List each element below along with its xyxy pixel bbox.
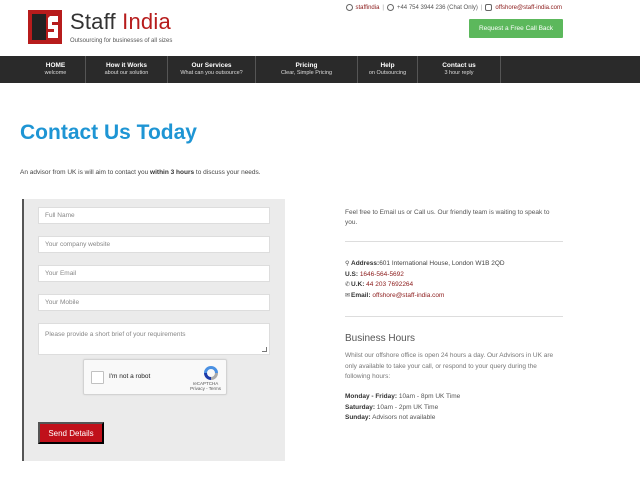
nav-item-home[interactable]: HOME welcome xyxy=(26,56,86,83)
contact-form: Full Name Your company website Your Emai… xyxy=(22,199,285,461)
recaptcha-widget: I'm not a robot reCAPTCHA Privacy - Term… xyxy=(83,359,227,395)
logo-mark-icon xyxy=(28,10,62,44)
recaptcha-brand: reCAPTCHA Privacy - Terms xyxy=(190,381,221,391)
nav-item-help[interactable]: Help on Outsourcing xyxy=(358,56,418,83)
recaptcha-checkbox[interactable] xyxy=(91,371,104,384)
phone-text: +44 754 3944 236 (Chat Only) xyxy=(396,4,478,11)
hours-row: Monday - Friday: 10am - 8pm UK Time xyxy=(345,393,461,400)
website-field[interactable]: Your company website xyxy=(38,236,270,253)
logo-name: Staff India xyxy=(70,9,171,34)
full-name-field[interactable]: Full Name xyxy=(38,207,270,224)
address-line: ⚲ Address:601 International House, London… xyxy=(345,259,505,270)
recaptcha-label: I'm not a robot xyxy=(109,373,151,380)
us-phone-line: U.S: 1646-564-5692 xyxy=(345,270,404,278)
divider xyxy=(345,316,563,317)
logo[interactable]: Staff India Outsourcing for businesses o… xyxy=(28,10,172,44)
contact-info-intro: Feel free to Email us or Call us. Our fr… xyxy=(345,208,563,242)
nav-item-how-it-works[interactable]: How it Works about our solution xyxy=(86,56,168,83)
skype-icon xyxy=(345,4,353,11)
nav-item-pricing[interactable]: Pricing Clear, Simple Pricing xyxy=(256,56,358,83)
contact-email-link[interactable]: offshore@staff-india.com xyxy=(372,292,444,299)
email-field[interactable]: Your Email xyxy=(38,265,270,282)
logo-tagline: Outsourcing for businesses of all sizes xyxy=(70,38,173,44)
send-details-button[interactable]: Send Details xyxy=(38,422,104,444)
nav-item-contact[interactable]: Contact us 3 hour reply xyxy=(418,56,501,83)
top-contact-bar: staffindia | +44 754 3944 236 (Chat Only… xyxy=(345,4,562,11)
whatsapp-icon xyxy=(386,4,394,11)
email-link[interactable]: offshore@staff-india.com xyxy=(495,5,562,11)
skype-link[interactable]: staffindia xyxy=(356,5,380,11)
uk-phone-link[interactable]: 44 203 7692264 xyxy=(366,281,413,288)
business-hours-title: Business Hours xyxy=(345,333,416,344)
mobile-field[interactable]: Your Mobile xyxy=(38,294,270,311)
business-hours-list: Monday - Friday: 10am - 8pm UK Time Satu… xyxy=(345,392,460,424)
page-title: Contact Us Today xyxy=(20,121,197,144)
divider xyxy=(345,241,563,242)
resize-handle-icon[interactable] xyxy=(262,347,267,352)
uk-phone-line: ✆U.K: 44 203 7692264 xyxy=(345,280,505,291)
recaptcha-icon xyxy=(204,366,218,380)
brief-textarea[interactable]: Please provide a short brief of your req… xyxy=(38,323,270,355)
intro-text: An advisor from UK is will aim to contac… xyxy=(20,169,261,176)
business-hours-text: Whilst our offshore office is open 24 ho… xyxy=(345,352,554,380)
mail-icon xyxy=(485,4,493,11)
contact-details: ⚲ Address:601 International House, London… xyxy=(345,259,505,301)
request-callback-button[interactable]: Request a Free Call Back xyxy=(469,19,563,38)
hours-row: Saturday: 10am - 2pm UK Time xyxy=(345,403,439,411)
email-line: ✉Email: offshore@staff-india.com xyxy=(345,291,505,302)
hours-row: Sunday: Advisors not available xyxy=(345,414,436,421)
main-nav: HOME welcome How it Works about our solu… xyxy=(0,56,640,83)
us-phone-link[interactable]: 1646-564-5692 xyxy=(360,271,404,278)
nav-item-services[interactable]: Our Services What can you outsource? xyxy=(168,56,256,83)
